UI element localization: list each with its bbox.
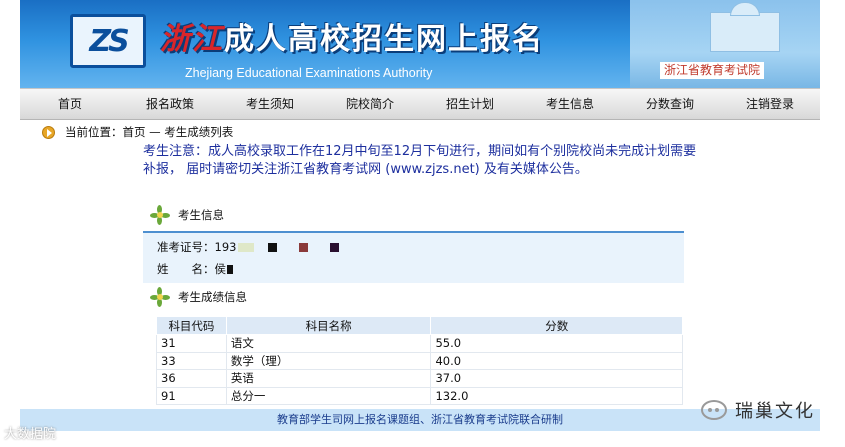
candidate-info-title: 考生信息 (178, 208, 224, 222)
org-tag: 浙江省教育考试院 (659, 62, 764, 79)
site-subtitle: Zhejiang Educational Examinations Author… (185, 66, 433, 80)
clover-icon (150, 205, 170, 225)
exam-number-label: 准考证号： (157, 240, 215, 254)
nav-item-policy[interactable]: 报名政策 (120, 89, 220, 119)
column-header-code: 科目代码 (156, 316, 227, 335)
subject-name: 英语 (225, 369, 432, 388)
subject-score: 132.0 (430, 386, 683, 405)
table-row: 33 数学（理） 40.0 (156, 351, 683, 370)
name-label: 姓 名： (157, 262, 215, 276)
site-title-main: 成人高校招生网上报名 (224, 22, 544, 57)
nav-item-home[interactable]: 首页 (20, 89, 120, 119)
nav-item-candidate-info[interactable]: 考生信息 (520, 89, 620, 119)
table-row: 36 英语 37.0 (156, 369, 683, 388)
logo-mark: ZS (89, 23, 129, 59)
redaction-block (268, 242, 278, 252)
nav-item-colleges[interactable]: 院校简介 (320, 89, 420, 119)
score-info-title: 考生成绩信息 (178, 290, 247, 304)
breadcrumb: 当前位置：首页 — 考生成绩列表 (42, 124, 233, 140)
site-title: 浙江成人高校招生网上报名 (160, 14, 544, 58)
score-table-header: 科目代码 科目名称 分数 (156, 316, 683, 335)
subject-score: 40.0 (430, 351, 683, 370)
score-info-header: 考生成绩信息 (150, 287, 247, 307)
subject-code: 91 (156, 386, 227, 405)
subject-score: 37.0 (430, 369, 683, 388)
main-nav: 首页 报名政策 考生须知 院校简介 招生计划 考生信息 分数查询 注销登录 (20, 88, 820, 120)
table-row: 31 语文 55.0 (156, 334, 683, 353)
redaction-block (330, 242, 340, 252)
breadcrumb-text: 当前位置：首页 — 考生成绩列表 (65, 125, 234, 139)
watermark-right: 瑞巢文化 (701, 397, 815, 423)
subject-code: 31 (156, 334, 227, 353)
subject-name: 总分一 (225, 386, 432, 405)
name-value: 侯 (214, 262, 227, 276)
candidate-info-box: 准考证号： 193 姓 名： 侯 (143, 231, 684, 283)
redaction-block (227, 264, 233, 274)
redaction-blur (238, 242, 255, 252)
name-row: 姓 名： 侯 (157, 261, 233, 277)
building-shape (710, 12, 780, 52)
watermark-right-text: 瑞巢文化 (735, 401, 815, 422)
subject-code: 36 (156, 369, 227, 388)
exam-number-value: 193 (214, 240, 237, 254)
subject-score: 55.0 (430, 334, 683, 353)
clover-icon (150, 287, 170, 307)
exam-number-row: 准考证号： 193 (157, 239, 340, 255)
watermark-left: 大数据院 (4, 427, 57, 442)
footer: 教育部学生司网上报名课题组、浙江省教育考试院联合研制 (20, 409, 820, 431)
site-title-prefix: 浙江 (160, 22, 224, 57)
site-banner: ZS 浙江成人高校招生网上报名 Zhejiang Educational Exa… (20, 0, 820, 88)
zs-logo[interactable]: ZS (70, 14, 146, 68)
nav-item-logout[interactable]: 注销登录 (720, 89, 820, 119)
candidate-notice: 考生注意：成人高校录取工作在12月中旬至12月下旬进行，期间如有个别院校尚未完成… (143, 144, 697, 177)
nav-item-plan[interactable]: 招生计划 (420, 89, 520, 119)
nav-item-notice[interactable]: 考生须知 (220, 89, 320, 119)
subject-name: 数学（理） (225, 351, 432, 370)
arrow-circle-icon (42, 125, 55, 139)
candidate-info-header: 考生信息 (150, 205, 224, 225)
subject-name: 语文 (225, 334, 432, 353)
column-header-subject: 科目名称 (225, 316, 432, 335)
redaction-block (299, 242, 309, 252)
wechat-icon (701, 400, 727, 420)
column-header-score: 分数 (430, 316, 683, 335)
score-table: 科目代码 科目名称 分数 31 语文 55.0 33 数学（理） 40.0 36… (156, 316, 683, 405)
nav-item-score-query[interactable]: 分数查询 (620, 89, 720, 119)
subject-code: 33 (156, 351, 227, 370)
table-row: 91 总分一 132.0 (156, 386, 683, 405)
